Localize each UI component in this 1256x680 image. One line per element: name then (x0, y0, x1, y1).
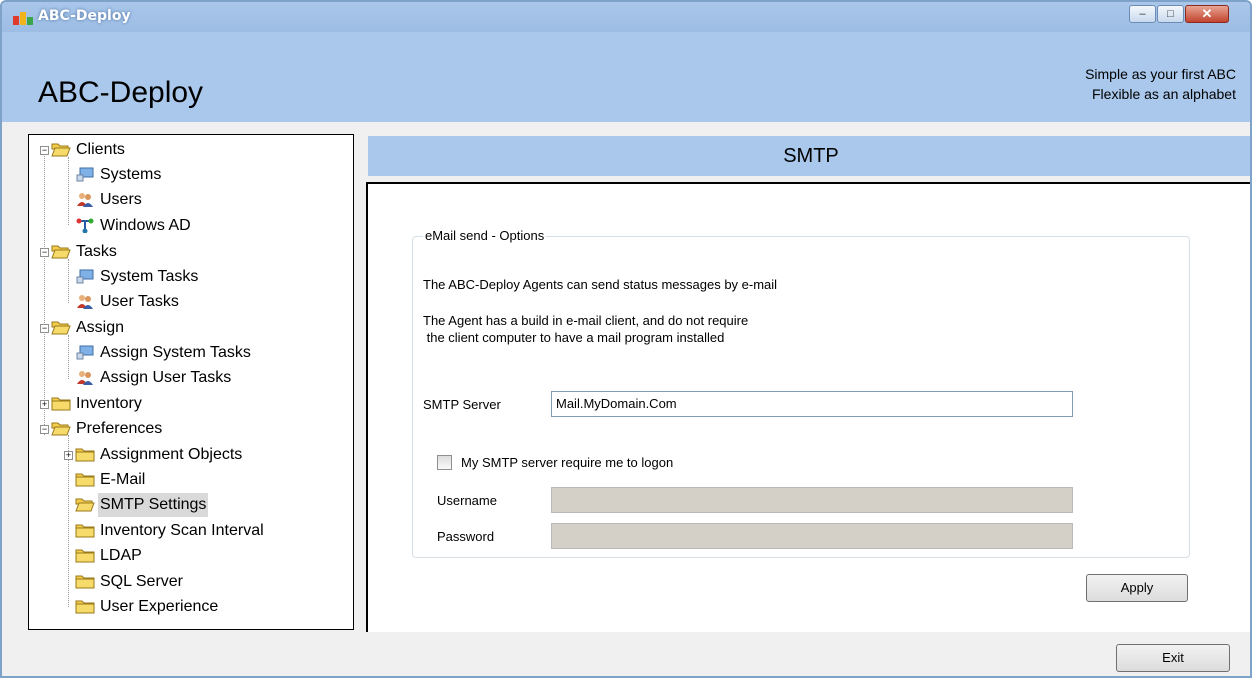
tree-connector (68, 259, 69, 303)
folder-icon (75, 471, 95, 487)
navigation-tree[interactable]: − − − + − + Clients Systems Users Window… (28, 134, 354, 630)
tagline-line-1: Simple as your first ABC (1085, 66, 1236, 82)
users-icon (75, 369, 95, 385)
minimize-icon: – (1139, 8, 1146, 20)
close-button[interactable]: ✕ (1185, 5, 1229, 23)
expander-inventory[interactable]: + (40, 400, 49, 409)
tree-item-inventory-scan-interval[interactable]: Inventory Scan Interval (75, 519, 266, 543)
open-folder-icon (51, 141, 71, 157)
tree-item-systems[interactable]: Systems (75, 163, 163, 187)
maximize-button[interactable]: □ (1157, 5, 1184, 23)
tree-item-ldap[interactable]: LDAP (75, 544, 144, 568)
tree-item-system-tasks[interactable]: System Tasks (75, 265, 200, 289)
panel-title: SMTP (368, 136, 1250, 176)
tree-item-user-experience[interactable]: User Experience (75, 595, 220, 619)
tree-item-assignment-objects[interactable]: Assignment Objects (75, 443, 244, 467)
open-folder-icon (51, 243, 71, 259)
tagline: Simple as your first ABC Flexible as an … (1085, 64, 1236, 104)
computer-icon (75, 344, 95, 360)
logon-checkbox-label[interactable]: My SMTP server require me to logon (461, 455, 673, 470)
open-folder-icon (51, 319, 71, 335)
close-icon: ✕ (1201, 6, 1213, 21)
minimize-button[interactable]: – (1129, 5, 1156, 23)
open-folder-icon (51, 420, 71, 436)
folder-icon (75, 446, 95, 462)
expander-clients[interactable]: − (40, 146, 49, 155)
email-options-group: eMail send - Options The ABC-Deploy Agen… (412, 228, 1190, 558)
tree-item-assign[interactable]: Assign (51, 316, 126, 340)
exit-button[interactable]: Exit (1116, 644, 1230, 672)
tree-item-inventory[interactable]: Inventory (51, 392, 144, 416)
apply-button[interactable]: Apply (1086, 574, 1188, 602)
username-input[interactable] (551, 487, 1073, 513)
tree-item-windows-ad[interactable]: Windows AD (75, 214, 193, 238)
open-folder-icon (75, 496, 95, 512)
maximize-icon: □ (1167, 8, 1174, 20)
info-text-1: The ABC-Deploy Agents can send status me… (423, 277, 778, 292)
tree-connector (68, 335, 69, 379)
info-text-3: the client computer to have a mail progr… (423, 330, 725, 345)
users-icon (75, 191, 95, 207)
smtp-settings-pane: eMail send - Options The ABC-Deploy Agen… (366, 182, 1250, 632)
logon-checkbox[interactable] (437, 455, 452, 470)
tree-item-tasks[interactable]: Tasks (51, 240, 119, 264)
password-input[interactable] (551, 523, 1073, 549)
smtp-server-label: SMTP Server (423, 397, 501, 412)
expander-assignment-objects[interactable]: + (64, 451, 73, 460)
tree-connector (44, 151, 45, 435)
tree-item-preferences[interactable]: Preferences (51, 417, 164, 441)
folder-icon (75, 573, 95, 589)
info-text-2: The Agent has a build in e-mail client, … (423, 313, 749, 328)
expander-assign[interactable]: − (40, 324, 49, 333)
client-area: − − − + − + Clients Systems Users Window… (2, 122, 1250, 676)
window-title: ABC-Deploy (38, 8, 131, 24)
folder-icon (51, 395, 71, 411)
header-band: ABC-Deploy Simple as your first ABC Flex… (2, 32, 1250, 122)
computer-icon (75, 166, 95, 182)
folder-icon (75, 547, 95, 563)
network-icon (75, 217, 95, 233)
folder-icon (75, 522, 95, 538)
tree-connector (68, 435, 69, 607)
folder-icon (75, 598, 95, 614)
users-icon (75, 293, 95, 309)
tree-item-clients[interactable]: Clients (51, 138, 127, 162)
computer-icon (75, 268, 95, 284)
app-logo-icon (13, 12, 33, 25)
smtp-server-input[interactable]: Mail.MyDomain.Com (551, 391, 1073, 417)
expander-tasks[interactable]: − (40, 248, 49, 257)
group-title: eMail send - Options (423, 228, 547, 243)
tree-item-e-mail[interactable]: E-Mail (75, 468, 147, 492)
tree-item-assign-system-tasks[interactable]: Assign System Tasks (75, 341, 253, 365)
username-label: Username (437, 493, 497, 508)
tree-item-user-tasks[interactable]: User Tasks (75, 290, 181, 314)
tagline-line-2: Flexible as an alphabet (1092, 86, 1236, 102)
app-title: ABC-Deploy (38, 76, 204, 109)
app-window: ABC-Deploy – □ ✕ ABC-Deploy Simple as yo… (0, 0, 1252, 678)
tree-connector (68, 157, 69, 225)
tree-item-assign-user-tasks[interactable]: Assign User Tasks (75, 366, 233, 390)
expander-preferences[interactable]: − (40, 425, 49, 434)
tree-item-smtp-settings[interactable]: SMTP Settings (75, 493, 209, 517)
tree-item-sql-server[interactable]: SQL Server (75, 570, 185, 594)
title-bar[interactable]: ABC-Deploy – □ ✕ (2, 2, 1250, 32)
password-label: Password (437, 529, 495, 544)
tree-item-users[interactable]: Users (75, 188, 144, 212)
